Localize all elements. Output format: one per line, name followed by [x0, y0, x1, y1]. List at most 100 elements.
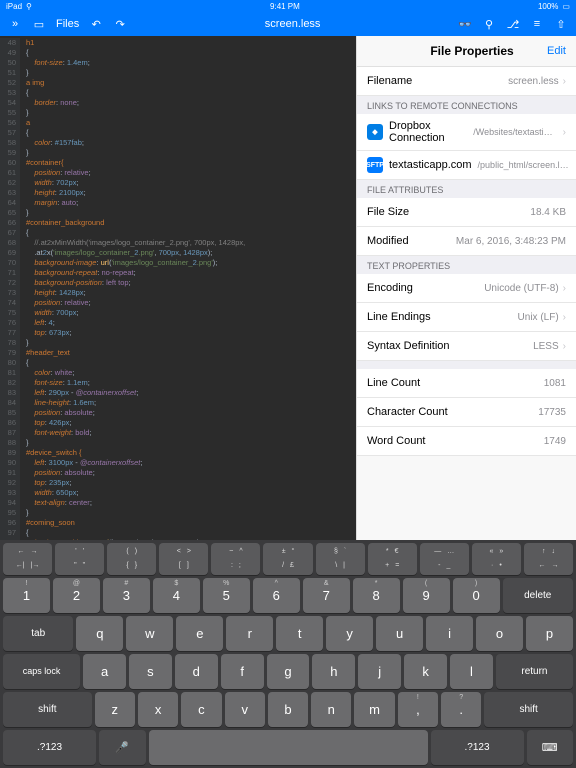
key-1[interactable]: !1 — [3, 578, 50, 613]
key-8[interactable]: *8 — [353, 578, 400, 613]
filename-value: screen.less — [508, 76, 559, 87]
special-key[interactable]: ↑↓←→ — [524, 543, 573, 575]
wifi-icon: ⚲ — [26, 2, 32, 11]
share-icon[interactable]: ⇧ — [554, 17, 568, 31]
key-j[interactable]: j — [358, 654, 401, 689]
comma-key[interactable]: !, — [398, 692, 438, 727]
key-y[interactable]: y — [326, 616, 373, 651]
key-d[interactable]: d — [175, 654, 218, 689]
key-f[interactable]: f — [221, 654, 264, 689]
code-editor[interactable]: 48h149{50 font-size: 1.4em;51}52a img53{… — [0, 36, 356, 540]
keyboard: ←→←||→''""(){}<>[]~^:;±°/£§`\|*€+=—…-_«»… — [0, 540, 576, 768]
linecount-value: 1081 — [544, 378, 566, 389]
syntax-row[interactable]: Syntax Definition LESS› — [357, 332, 576, 361]
return-key[interactable]: return — [496, 654, 573, 689]
files-label[interactable]: Files — [56, 18, 79, 30]
preview-icon[interactable]: 👓 — [458, 17, 472, 31]
wordcount-label: Word Count — [367, 435, 426, 447]
section-attrs: FILE ATTRIBUTES — [357, 180, 576, 198]
key-z[interactable]: z — [95, 692, 135, 727]
key-i[interactable]: i — [426, 616, 473, 651]
key-s[interactable]: s — [129, 654, 172, 689]
folder-icon[interactable]: ▭ — [32, 17, 46, 31]
filename-label: Filename — [367, 75, 412, 87]
key-g[interactable]: g — [267, 654, 310, 689]
key-5[interactable]: %5 — [203, 578, 250, 613]
space-key[interactable] — [149, 730, 428, 765]
key-9[interactable]: (9 — [403, 578, 450, 613]
key-r[interactable]: r — [226, 616, 273, 651]
mic-key[interactable]: 🎤 — [99, 730, 146, 765]
special-key[interactable]: ~^:; — [211, 543, 260, 575]
status-bar: iPad ⚲ 9:41 PM 100% ▭ — [0, 0, 576, 12]
symbols-key[interactable]: .?123 — [3, 730, 96, 765]
connection-sftp[interactable]: SFTP textasticapp.com /public_html/scree… — [357, 151, 576, 180]
key-6[interactable]: ^6 — [253, 578, 300, 613]
key-w[interactable]: w — [126, 616, 173, 651]
forward-icon[interactable]: ↷ — [113, 17, 127, 31]
chevron-icon: › — [563, 127, 566, 138]
chevron-icon: › — [563, 76, 566, 87]
shift-key[interactable]: shift — [484, 692, 573, 727]
delete-key[interactable]: delete — [503, 578, 573, 613]
key-4[interactable]: $4 — [153, 578, 200, 613]
special-key[interactable]: —…-_ — [420, 543, 469, 575]
document-title: screen.less — [137, 18, 448, 30]
special-key[interactable]: «»·• — [472, 543, 521, 575]
section-text: TEXT PROPERTIES — [357, 256, 576, 274]
symbols-icon[interactable]: ⎇ — [506, 17, 520, 31]
capslock-key[interactable]: caps lock — [3, 654, 80, 689]
special-key[interactable]: (){} — [107, 543, 156, 575]
special-key[interactable]: <>[] — [159, 543, 208, 575]
key-l[interactable]: l — [450, 654, 493, 689]
special-key[interactable]: ←→←||→ — [3, 543, 52, 575]
key-0[interactable]: )0 — [453, 578, 500, 613]
symbols-key[interactable]: .?123 — [431, 730, 524, 765]
charcount-value: 17735 — [538, 407, 566, 418]
key-k[interactable]: k — [404, 654, 447, 689]
special-key[interactable]: §`\| — [316, 543, 365, 575]
key-n[interactable]: n — [311, 692, 351, 727]
encoding-label: Encoding — [367, 282, 413, 294]
conn-path: /Websites/textasti… — [473, 127, 552, 137]
filename-row[interactable]: Filename screen.less › — [357, 67, 576, 96]
key-t[interactable]: t — [276, 616, 323, 651]
special-key[interactable]: *€+= — [368, 543, 417, 575]
battery-pct: 100% — [538, 2, 558, 11]
period-key[interactable]: ?. — [441, 692, 481, 727]
lineend-label: Line Endings — [367, 311, 431, 323]
key-v[interactable]: v — [225, 692, 265, 727]
modified-row: Modified Mar 6, 2016, 3:48:23 PM — [357, 227, 576, 256]
key-p[interactable]: p — [526, 616, 573, 651]
key-q[interactable]: q — [76, 616, 123, 651]
hide-keyboard-key[interactable]: ⌨ — [527, 730, 574, 765]
lineend-row[interactable]: Line Endings Unix (LF)› — [357, 303, 576, 332]
conn-name: Dropbox Connection — [389, 120, 467, 144]
key-2[interactable]: @2 — [53, 578, 100, 613]
search-icon[interactable]: ⚲ — [482, 17, 496, 31]
key-o[interactable]: o — [476, 616, 523, 651]
key-u[interactable]: u — [376, 616, 423, 651]
edit-button[interactable]: Edit — [547, 45, 566, 57]
key-a[interactable]: a — [83, 654, 126, 689]
menu-icon[interactable]: » — [8, 17, 22, 31]
key-7[interactable]: &7 — [303, 578, 350, 613]
properties-icon[interactable]: ≡ — [530, 17, 544, 31]
syntax-value: LESS — [533, 341, 559, 352]
file-properties-panel: File Properties Edit Filename screen.les… — [356, 36, 576, 540]
shift-key[interactable]: shift — [3, 692, 92, 727]
key-m[interactable]: m — [354, 692, 394, 727]
special-key[interactable]: ''"" — [55, 543, 104, 575]
key-3[interactable]: #3 — [103, 578, 150, 613]
chevron-icon: › — [563, 283, 566, 294]
special-key[interactable]: ±°/£ — [263, 543, 312, 575]
key-c[interactable]: c — [181, 692, 221, 727]
key-e[interactable]: e — [176, 616, 223, 651]
encoding-row[interactable]: Encoding Unicode (UTF-8)› — [357, 274, 576, 303]
key-h[interactable]: h — [312, 654, 355, 689]
tab-key[interactable]: tab — [3, 616, 73, 651]
back-icon[interactable]: ↶ — [89, 17, 103, 31]
key-x[interactable]: x — [138, 692, 178, 727]
connection-dropbox[interactable]: ◆ Dropbox Connection /Websites/textasti…… — [357, 114, 576, 151]
key-b[interactable]: b — [268, 692, 308, 727]
